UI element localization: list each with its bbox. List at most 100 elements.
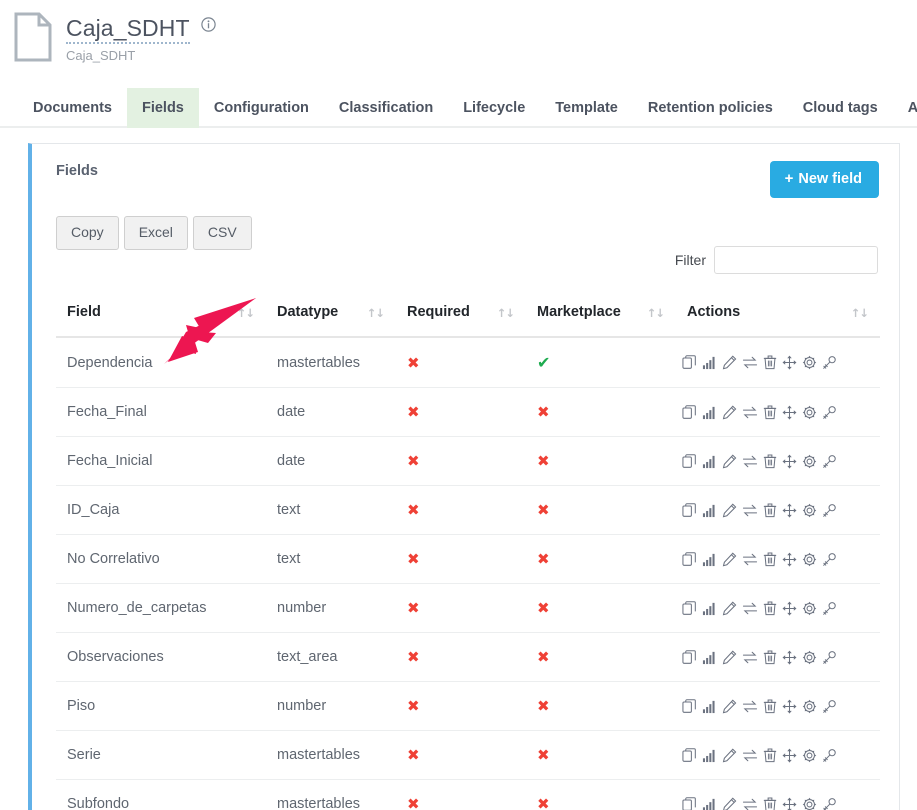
copy-icon[interactable] [682,503,697,518]
pencil-edit-icon[interactable] [722,797,737,810]
gear-settings-icon[interactable] [802,552,817,567]
tab-cloud-tags[interactable]: Cloud tags [788,88,893,128]
exchange-arrows-icon[interactable] [742,503,758,518]
tab-retention-policies[interactable]: Retention policies [633,88,788,128]
copy-icon[interactable] [682,748,697,763]
move-arrows-icon[interactable] [782,699,797,714]
move-arrows-icon[interactable] [782,552,797,567]
sort-icon[interactable]: ↑↓ [647,306,664,320]
trash-delete-icon[interactable] [763,503,777,518]
copy-icon[interactable] [682,405,697,420]
exchange-arrows-icon[interactable] [742,650,758,665]
move-arrows-icon[interactable] [782,405,797,420]
bar-chart-icon[interactable] [702,503,717,518]
trash-delete-icon[interactable] [763,699,777,714]
trash-delete-icon[interactable] [763,601,777,616]
gear-settings-icon[interactable] [802,355,817,370]
key-permissions-icon[interactable] [822,552,837,567]
trash-delete-icon[interactable] [763,405,777,420]
sort-icon[interactable]: ↑↓ [367,306,384,320]
exchange-arrows-icon[interactable] [742,405,758,420]
key-permissions-icon[interactable] [822,797,837,810]
exchange-arrows-icon[interactable] [742,699,758,714]
sort-icon[interactable]: ↑↓ [851,306,868,320]
excel-button[interactable]: Excel [124,216,188,250]
tab-classification[interactable]: Classification [324,88,448,128]
key-permissions-icon[interactable] [822,699,837,714]
exchange-arrows-icon[interactable] [742,552,758,567]
bar-chart-icon[interactable] [702,601,717,616]
pencil-edit-icon[interactable] [722,748,737,763]
sort-icon[interactable]: ↑↓ [497,306,514,320]
bar-chart-icon[interactable] [702,650,717,665]
move-arrows-icon[interactable] [782,503,797,518]
bar-chart-icon[interactable] [702,748,717,763]
copy-button[interactable]: Copy [56,216,119,250]
tab-addons[interactable]: Addons [893,88,917,128]
key-permissions-icon[interactable] [822,748,837,763]
trash-delete-icon[interactable] [763,454,777,469]
gear-settings-icon[interactable] [802,503,817,518]
gear-settings-icon[interactable] [802,454,817,469]
col-header-actions[interactable]: Actions ↑↓ [676,296,880,337]
pencil-edit-icon[interactable] [722,552,737,567]
exchange-arrows-icon[interactable] [742,748,758,763]
move-arrows-icon[interactable] [782,355,797,370]
bar-chart-icon[interactable] [702,355,717,370]
trash-delete-icon[interactable] [763,355,777,370]
info-circle-icon[interactable] [201,17,216,32]
new-field-button[interactable]: +New field [770,161,879,198]
col-header-datatype[interactable]: Datatype ↑↓ [266,296,396,337]
gear-settings-icon[interactable] [802,601,817,616]
gear-settings-icon[interactable] [802,797,817,810]
tab-documents[interactable]: Documents [18,88,127,128]
pencil-edit-icon[interactable] [722,355,737,370]
move-arrows-icon[interactable] [782,797,797,810]
pencil-edit-icon[interactable] [722,699,737,714]
copy-icon[interactable] [682,552,697,567]
exchange-arrows-icon[interactable] [742,797,758,810]
bar-chart-icon[interactable] [702,405,717,420]
tab-template[interactable]: Template [540,88,633,128]
pencil-edit-icon[interactable] [722,503,737,518]
exchange-arrows-icon[interactable] [742,355,758,370]
key-permissions-icon[interactable] [822,405,837,420]
move-arrows-icon[interactable] [782,748,797,763]
gear-settings-icon[interactable] [802,748,817,763]
key-permissions-icon[interactable] [822,503,837,518]
pencil-edit-icon[interactable] [722,601,737,616]
copy-icon[interactable] [682,355,697,370]
bar-chart-icon[interactable] [702,454,717,469]
key-permissions-icon[interactable] [822,454,837,469]
key-permissions-icon[interactable] [822,601,837,616]
trash-delete-icon[interactable] [763,748,777,763]
tab-fields[interactable]: Fields [127,88,199,128]
gear-settings-icon[interactable] [802,405,817,420]
exchange-arrows-icon[interactable] [742,454,758,469]
copy-icon[interactable] [682,650,697,665]
tab-configuration[interactable]: Configuration [199,88,324,128]
col-header-required[interactable]: Required ↑↓ [396,296,526,337]
copy-icon[interactable] [682,797,697,810]
move-arrows-icon[interactable] [782,601,797,616]
trash-delete-icon[interactable] [763,650,777,665]
key-permissions-icon[interactable] [822,650,837,665]
trash-delete-icon[interactable] [763,797,777,810]
copy-icon[interactable] [682,699,697,714]
move-arrows-icon[interactable] [782,454,797,469]
move-arrows-icon[interactable] [782,650,797,665]
csv-button[interactable]: CSV [193,216,252,250]
pencil-edit-icon[interactable] [722,454,737,469]
key-permissions-icon[interactable] [822,355,837,370]
col-header-field[interactable]: Field ↑↓ [56,296,266,337]
pencil-edit-icon[interactable] [722,650,737,665]
pencil-edit-icon[interactable] [722,405,737,420]
bar-chart-icon[interactable] [702,552,717,567]
exchange-arrows-icon[interactable] [742,601,758,616]
bar-chart-icon[interactable] [702,699,717,714]
tab-lifecycle[interactable]: Lifecycle [448,88,540,128]
copy-icon[interactable] [682,454,697,469]
col-header-marketplace[interactable]: Marketplace ↑↓ [526,296,676,337]
gear-settings-icon[interactable] [802,699,817,714]
bar-chart-icon[interactable] [702,797,717,810]
